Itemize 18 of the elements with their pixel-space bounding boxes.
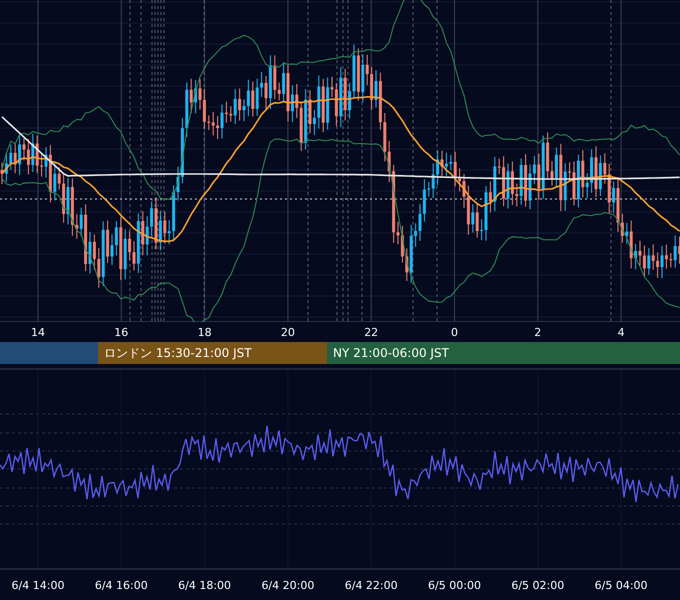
time-axis-label: 6/5 02:00 (511, 578, 564, 594)
session-band: ロンドン 15:30-21:00 JST (98, 342, 327, 364)
time-axis-label: 16 (114, 325, 128, 341)
time-axis-label: 2 (534, 325, 542, 341)
time-axis-label: 6/4 18:00 (178, 578, 232, 594)
time-axis-label: 14 (31, 325, 45, 341)
time-axis-label: 6/4 16:00 (94, 578, 148, 594)
time-axis-label: 6/4 20:00 (261, 578, 314, 594)
time-axis-label: 4 (618, 325, 625, 341)
time-axis-label: 6/5 04:00 (594, 578, 648, 594)
time-axis-label: 0 (451, 325, 458, 341)
time-axis-label: 20 (280, 325, 295, 341)
session-band: NY 21:00-06:00 JST (327, 342, 680, 364)
time-axis-label: 6/4 14:00 (12, 578, 64, 594)
time-axis-label: 18 (198, 325, 212, 341)
time-axis-label: 6/4 22:00 (344, 578, 398, 594)
time-axis-label: 6/5 00:00 (428, 578, 481, 594)
time-axis-label: 22 (364, 325, 378, 341)
